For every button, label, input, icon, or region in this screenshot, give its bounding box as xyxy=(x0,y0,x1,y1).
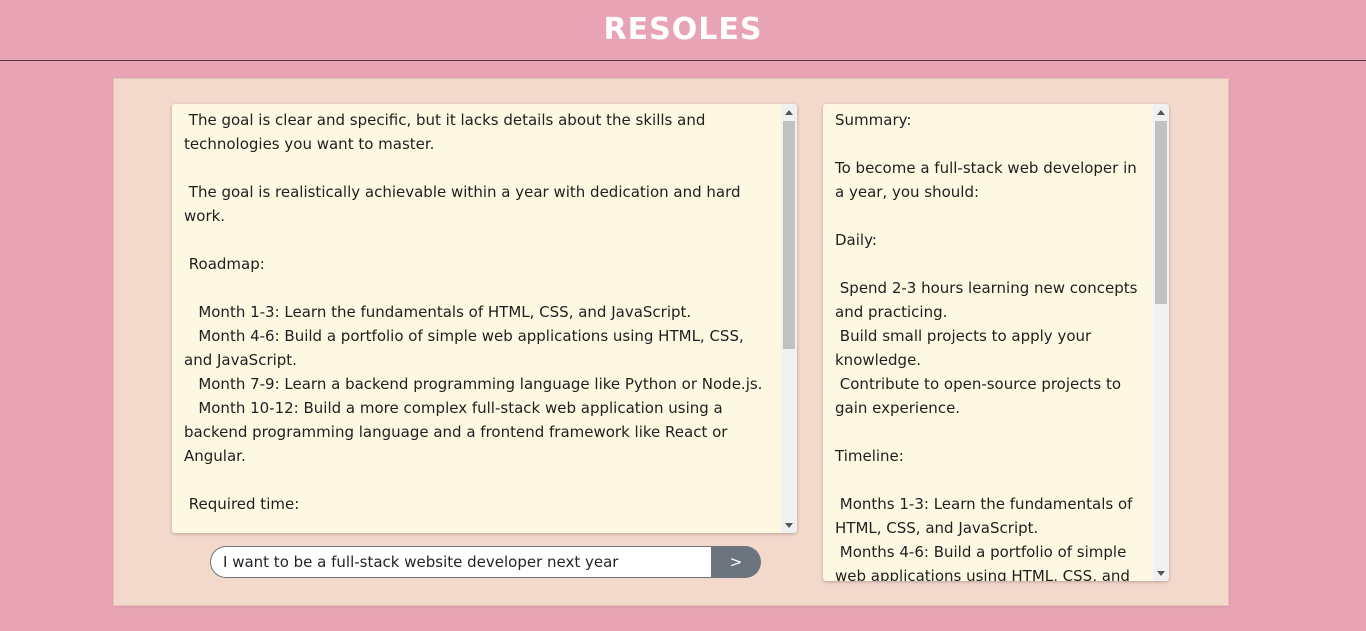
prompt-input[interactable] xyxy=(210,546,711,578)
brand-title: RESOLES xyxy=(603,11,763,47)
evaluation-text: The goal is clear and specific, but it l… xyxy=(184,111,763,513)
summary-scrollbar[interactable] xyxy=(1153,104,1169,581)
scroll-down-arrow-icon[interactable] xyxy=(781,517,797,533)
summary-panel[interactable]: Summary: To become a full-stack web deve… xyxy=(823,104,1169,581)
scroll-up-arrow-icon[interactable] xyxy=(1153,104,1169,120)
scroll-up-arrow-icon[interactable] xyxy=(781,104,797,120)
prompt-bar: > xyxy=(210,546,761,578)
scroll-down-arrow-icon[interactable] xyxy=(1153,565,1169,581)
summary-text: Summary: To become a full-stack web deve… xyxy=(835,111,1138,581)
send-button[interactable]: > xyxy=(711,546,761,578)
scroll-thumb[interactable] xyxy=(1155,121,1167,304)
app-header: RESOLES xyxy=(0,0,1366,61)
scroll-thumb[interactable] xyxy=(783,121,795,349)
evaluation-scrollbar[interactable] xyxy=(781,104,797,533)
evaluation-panel[interactable]: The goal is clear and specific, but it l… xyxy=(172,104,797,533)
